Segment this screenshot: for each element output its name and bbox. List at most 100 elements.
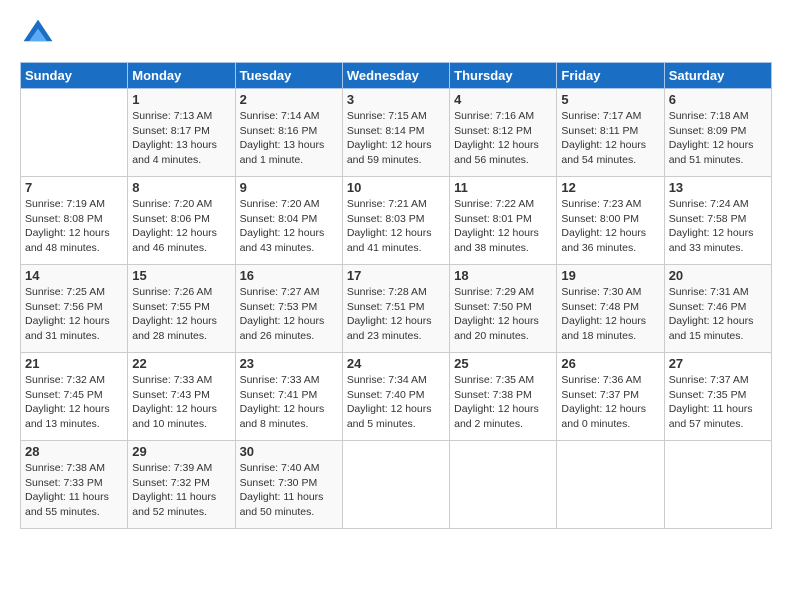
day-info: Sunrise: 7:35 AM Sunset: 7:38 PM Dayligh… (454, 373, 552, 432)
day-info: Sunrise: 7:30 AM Sunset: 7:48 PM Dayligh… (561, 285, 659, 344)
day-info: Sunrise: 7:34 AM Sunset: 7:40 PM Dayligh… (347, 373, 445, 432)
calendar-cell: 10 Sunrise: 7:21 AM Sunset: 8:03 PM Dayli… (342, 177, 449, 265)
day-number: 12 (561, 180, 659, 195)
calendar-cell: 26 Sunrise: 7:36 AM Sunset: 7:37 PM Dayli… (557, 353, 664, 441)
day-number: 30 (240, 444, 338, 459)
calendar-cell (450, 441, 557, 529)
calendar-cell: 17Sunrise: 7:28 AM Sunset: 7:51 PM Dayli… (342, 265, 449, 353)
day-info: Sunrise: 7:19 AM Sunset: 8:08 PM Dayligh… (25, 197, 123, 256)
calendar-cell: 25 Sunrise: 7:35 AM Sunset: 7:38 PM Dayli… (450, 353, 557, 441)
day-info: Sunrise: 7:26 AM Sunset: 7:55 PM Dayligh… (132, 285, 230, 344)
calendar-cell: 1 Sunrise: 7:13 AM Sunset: 8:17 PM Daylig… (128, 89, 235, 177)
week-row-4: 21 Sunrise: 7:32 AM Sunset: 7:45 PM Dayli… (21, 353, 772, 441)
day-number: 11 (454, 180, 552, 195)
day-info: Sunrise: 7:24 AM Sunset: 7:58 PM Dayligh… (669, 197, 767, 256)
day-info: Sunrise: 7:25 AM Sunset: 7:56 PM Dayligh… (25, 285, 123, 344)
day-info: Sunrise: 7:38 AM Sunset: 7:33 PM Dayligh… (25, 461, 123, 520)
calendar-cell: 28 Sunrise: 7:38 AM Sunset: 7:33 PM Dayli… (21, 441, 128, 529)
calendar-cell: 18Sunrise: 7:29 AM Sunset: 7:50 PM Dayli… (450, 265, 557, 353)
day-number: 21 (25, 356, 123, 371)
calendar-cell: 6 Sunrise: 7:18 AM Sunset: 8:09 PM Daylig… (664, 89, 771, 177)
day-number: 28 (25, 444, 123, 459)
day-info: Sunrise: 7:23 AM Sunset: 8:00 PM Dayligh… (561, 197, 659, 256)
day-info: Sunrise: 7:36 AM Sunset: 7:37 PM Dayligh… (561, 373, 659, 432)
calendar-cell: 2 Sunrise: 7:14 AM Sunset: 8:16 PM Daylig… (235, 89, 342, 177)
day-header-sunday: Sunday (21, 63, 128, 89)
day-number: 2 (240, 92, 338, 107)
day-info: Sunrise: 7:31 AM Sunset: 7:46 PM Dayligh… (669, 285, 767, 344)
day-number: 18 (454, 268, 552, 283)
calendar-cell: 5Sunrise: 7:17 AM Sunset: 8:11 PM Daylig… (557, 89, 664, 177)
week-row-1: 1 Sunrise: 7:13 AM Sunset: 8:17 PM Daylig… (21, 89, 772, 177)
days-header-row: SundayMondayTuesdayWednesdayThursdayFrid… (21, 63, 772, 89)
calendar-cell (342, 441, 449, 529)
day-header-friday: Friday (557, 63, 664, 89)
day-info: Sunrise: 7:17 AM Sunset: 8:11 PM Dayligh… (561, 109, 659, 168)
calendar-cell: 21 Sunrise: 7:32 AM Sunset: 7:45 PM Dayli… (21, 353, 128, 441)
calendar-cell: 3 Sunrise: 7:15 AM Sunset: 8:14 PM Daylig… (342, 89, 449, 177)
calendar-cell: 13 Sunrise: 7:24 AM Sunset: 7:58 PM Dayli… (664, 177, 771, 265)
calendar-cell: 19 Sunrise: 7:30 AM Sunset: 7:48 PM Dayli… (557, 265, 664, 353)
day-number: 23 (240, 356, 338, 371)
day-number: 16 (240, 268, 338, 283)
logo (20, 16, 62, 52)
day-number: 1 (132, 92, 230, 107)
day-info: Sunrise: 7:32 AM Sunset: 7:45 PM Dayligh… (25, 373, 123, 432)
day-info: Sunrise: 7:33 AM Sunset: 7:43 PM Dayligh… (132, 373, 230, 432)
calendar-cell (21, 89, 128, 177)
week-row-5: 28 Sunrise: 7:38 AM Sunset: 7:33 PM Dayli… (21, 441, 772, 529)
day-info: Sunrise: 7:27 AM Sunset: 7:53 PM Dayligh… (240, 285, 338, 344)
day-number: 4 (454, 92, 552, 107)
calendar-cell: 27 Sunrise: 7:37 AM Sunset: 7:35 PM Dayli… (664, 353, 771, 441)
day-number: 6 (669, 92, 767, 107)
calendar-cell: 22Sunrise: 7:33 AM Sunset: 7:43 PM Dayli… (128, 353, 235, 441)
calendar-cell: 14 Sunrise: 7:25 AM Sunset: 7:56 PM Dayli… (21, 265, 128, 353)
day-info: Sunrise: 7:22 AM Sunset: 8:01 PM Dayligh… (454, 197, 552, 256)
day-info: Sunrise: 7:33 AM Sunset: 7:41 PM Dayligh… (240, 373, 338, 432)
day-number: 24 (347, 356, 445, 371)
calendar-cell (664, 441, 771, 529)
calendar-cell: 12 Sunrise: 7:23 AM Sunset: 8:00 PM Dayli… (557, 177, 664, 265)
calendar-cell: 20Sunrise: 7:31 AM Sunset: 7:46 PM Dayli… (664, 265, 771, 353)
day-number: 25 (454, 356, 552, 371)
calendar-cell: 29 Sunrise: 7:39 AM Sunset: 7:32 PM Dayli… (128, 441, 235, 529)
day-number: 8 (132, 180, 230, 195)
day-info: Sunrise: 7:14 AM Sunset: 8:16 PM Dayligh… (240, 109, 338, 168)
day-info: Sunrise: 7:18 AM Sunset: 8:09 PM Dayligh… (669, 109, 767, 168)
day-header-thursday: Thursday (450, 63, 557, 89)
calendar-table: SundayMondayTuesdayWednesdayThursdayFrid… (20, 62, 772, 529)
day-number: 7 (25, 180, 123, 195)
calendar-cell: 30 Sunrise: 7:40 AM Sunset: 7:30 PM Dayli… (235, 441, 342, 529)
day-number: 29 (132, 444, 230, 459)
day-number: 19 (561, 268, 659, 283)
week-row-3: 14 Sunrise: 7:25 AM Sunset: 7:56 PM Dayli… (21, 265, 772, 353)
calendar-cell (557, 441, 664, 529)
day-number: 10 (347, 180, 445, 195)
day-info: Sunrise: 7:13 AM Sunset: 8:17 PM Dayligh… (132, 109, 230, 168)
calendar-cell: 7 Sunrise: 7:19 AM Sunset: 8:08 PM Daylig… (21, 177, 128, 265)
day-info: Sunrise: 7:40 AM Sunset: 7:30 PM Dayligh… (240, 461, 338, 520)
calendar-cell: 23 Sunrise: 7:33 AM Sunset: 7:41 PM Dayli… (235, 353, 342, 441)
calendar-cell: 24 Sunrise: 7:34 AM Sunset: 7:40 PM Dayli… (342, 353, 449, 441)
calendar-cell: 4 Sunrise: 7:16 AM Sunset: 8:12 PM Daylig… (450, 89, 557, 177)
day-number: 13 (669, 180, 767, 195)
page-header (20, 16, 772, 52)
day-number: 27 (669, 356, 767, 371)
calendar-cell: 11 Sunrise: 7:22 AM Sunset: 8:01 PM Dayli… (450, 177, 557, 265)
day-number: 14 (25, 268, 123, 283)
day-number: 26 (561, 356, 659, 371)
calendar-cell: 16 Sunrise: 7:27 AM Sunset: 7:53 PM Dayli… (235, 265, 342, 353)
day-info: Sunrise: 7:15 AM Sunset: 8:14 PM Dayligh… (347, 109, 445, 168)
calendar-cell: 8 Sunrise: 7:20 AM Sunset: 8:06 PM Daylig… (128, 177, 235, 265)
day-number: 3 (347, 92, 445, 107)
day-info: Sunrise: 7:21 AM Sunset: 8:03 PM Dayligh… (347, 197, 445, 256)
day-info: Sunrise: 7:20 AM Sunset: 8:06 PM Dayligh… (132, 197, 230, 256)
day-info: Sunrise: 7:37 AM Sunset: 7:35 PM Dayligh… (669, 373, 767, 432)
logo-icon (20, 16, 56, 52)
week-row-2: 7 Sunrise: 7:19 AM Sunset: 8:08 PM Daylig… (21, 177, 772, 265)
day-info: Sunrise: 7:20 AM Sunset: 8:04 PM Dayligh… (240, 197, 338, 256)
calendar-cell: 15Sunrise: 7:26 AM Sunset: 7:55 PM Dayli… (128, 265, 235, 353)
day-header-saturday: Saturday (664, 63, 771, 89)
day-info: Sunrise: 7:16 AM Sunset: 8:12 PM Dayligh… (454, 109, 552, 168)
day-info: Sunrise: 7:39 AM Sunset: 7:32 PM Dayligh… (132, 461, 230, 520)
